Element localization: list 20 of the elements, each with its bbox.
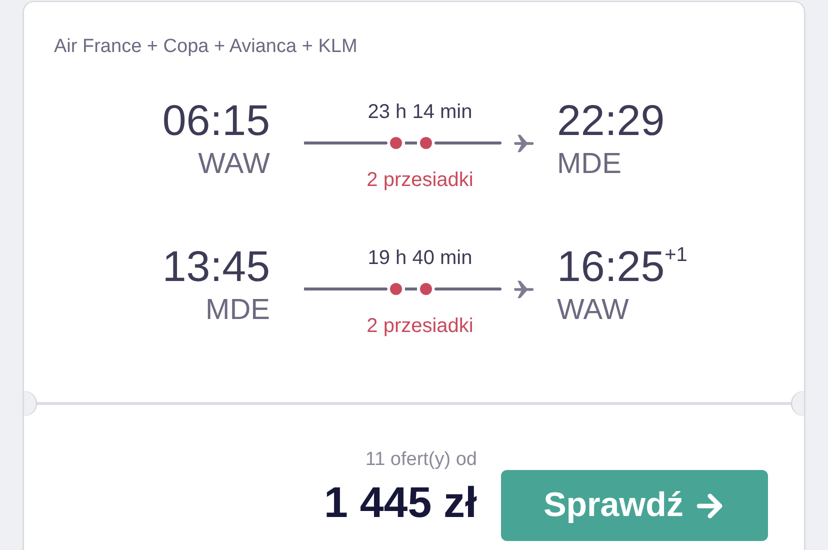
card-notch (791, 391, 804, 416)
departure-airport: WAW (198, 147, 270, 182)
arrival-airport: WAW (557, 293, 629, 328)
departure-time: 13:45 (162, 242, 270, 292)
airline-names: Air France + Copa + Avianca + KLM (53, 36, 358, 58)
airplane-icon (512, 278, 536, 300)
departure-time: 06:15 (162, 96, 270, 146)
stops-count: 2 przesiadki (366, 168, 474, 192)
flight-duration: 23 h 14 min (368, 100, 472, 124)
flight-duration: 19 h 40 min (368, 246, 472, 270)
arrival-airport: MDE (557, 147, 622, 182)
departure-airport: MDE (206, 293, 270, 328)
airplane-icon (512, 132, 536, 154)
arrival-time: 22:29 (557, 96, 665, 146)
card-notch (24, 391, 37, 416)
check-button[interactable]: Sprawdź (501, 470, 768, 541)
stops-count: 2 przesiadki (366, 314, 474, 338)
offers-count: 11 ofert(y) od (365, 449, 477, 471)
arrival-time: 16:25$^{+1}$ (557, 242, 688, 292)
price: 1 445 zł (324, 478, 477, 529)
